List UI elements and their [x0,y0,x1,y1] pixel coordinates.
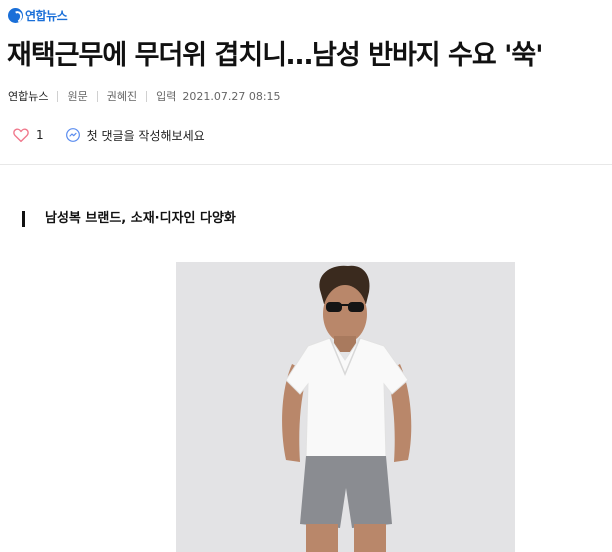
article-title: 재택근무에 무더위 겹치니…남성 반바지 수요 '쑥' [7,40,543,71]
article-meta: 연합뉴스 원문 권혜진 입력 2021.07.27 08:15 [8,88,281,104]
meta-divider [146,90,148,102]
heart-icon[interactable] [12,126,30,144]
comment-prompt[interactable]: 첫 댓글을 작성해보세요 [87,127,205,144]
site-logo[interactable]: 연합뉴스 [8,7,68,24]
press-name[interactable]: 연합뉴스 [8,88,48,104]
article-photo [176,262,515,552]
comment-icon[interactable] [65,127,81,143]
header-divider [0,164,612,165]
meta-divider [96,90,98,102]
yonhap-logo-icon [8,8,23,23]
man-in-polo-photo [176,262,515,552]
original-link[interactable]: 원문 [67,88,87,104]
meta-divider [57,90,59,102]
published-date: 2021.07.27 08:15 [182,89,281,103]
article-subheading: 남성복 브랜드, 소재·디자인 다양화 [22,211,236,227]
article-actions: 1 첫 댓글을 작성해보세요 [12,126,205,144]
like-count: 1 [36,128,44,142]
reporter-name[interactable]: 권혜진 [107,88,137,104]
logo-text: 연합뉴스 [25,9,68,23]
published-label: 입력 [156,90,177,103]
